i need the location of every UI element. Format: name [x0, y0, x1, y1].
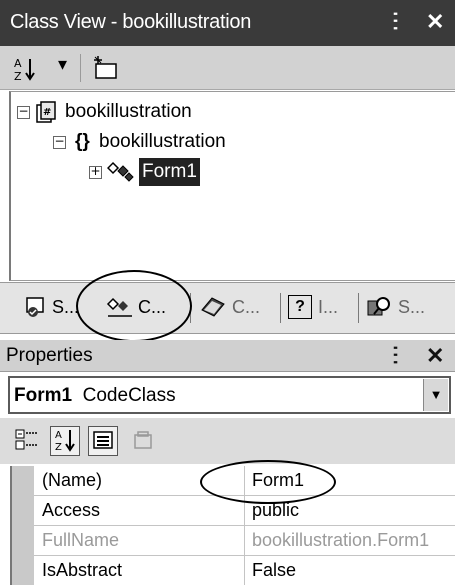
pin-icon[interactable]: ⵗ	[392, 8, 399, 36]
property-row-isabstract[interactable]: IsAbstract False	[34, 556, 455, 585]
property-value: bookillustration.Form1	[252, 530, 430, 550]
property-row-access[interactable]: Access public	[34, 496, 455, 526]
class-tree: − # bookillustration − {} bookillustrati…	[9, 91, 455, 281]
collapse-icon[interactable]: −	[17, 105, 30, 119]
project-icon: #	[35, 100, 59, 124]
search-icon	[366, 295, 392, 319]
property-row-fullname[interactable]: FullName bookillustration.Form1	[34, 526, 455, 556]
property-row-name[interactable]: (Name) Form1	[34, 466, 455, 496]
book-icon	[200, 294, 226, 320]
close-icon[interactable]: ✕	[426, 342, 444, 370]
property-name: IsAbstract	[42, 560, 123, 580]
property-value[interactable]: public	[252, 500, 299, 521]
tab-label: S...	[52, 297, 80, 317]
sort-alphabetical-icon[interactable]: A Z	[12, 56, 38, 83]
property-value[interactable]: Form1	[252, 470, 304, 491]
property-name: FullName	[42, 530, 120, 550]
tab-label: I...	[318, 297, 339, 317]
expand-icon[interactable]: +	[89, 165, 102, 179]
selected-object-name: Form1	[14, 385, 73, 406]
tab-separator	[190, 293, 191, 323]
window-tabs: S... C... C... ? I... S...	[0, 282, 455, 334]
properties-toolbar: AZ	[0, 418, 455, 464]
object-selector[interactable]: Form1 CodeClass ▼	[8, 376, 451, 414]
class-label: Form1	[139, 158, 200, 186]
properties-title-bar: Properties ⵗ ✕	[0, 340, 455, 372]
project-label: bookillustration	[65, 101, 192, 122]
pin-icon[interactable]: ⵗ	[392, 342, 399, 370]
namespace-label: bookillustration	[99, 131, 226, 152]
property-value[interactable]: False	[252, 560, 296, 581]
svg-text:#: #	[43, 107, 51, 118]
property-grid: (Name) Form1 Access public FullName book…	[10, 466, 455, 585]
class-view-toolbar: A Z ▾	[0, 46, 455, 90]
tab-label: S...	[398, 297, 426, 317]
grid-gutter	[12, 466, 34, 585]
properties-icon[interactable]	[88, 426, 118, 456]
object-selector-text: Form1 CodeClass	[14, 385, 176, 407]
svg-text:A: A	[14, 57, 22, 70]
svg-text:Z: Z	[14, 70, 22, 82]
svg-text:A: A	[55, 430, 62, 441]
namespace-icon: {}	[75, 131, 90, 152]
class-view-icon	[106, 295, 134, 319]
tab-separator	[280, 293, 281, 323]
selected-object-type: CodeClass	[82, 385, 176, 406]
categorized-icon[interactable]	[12, 426, 42, 456]
tab-separator	[358, 293, 359, 323]
help-index-icon: ?	[288, 295, 312, 319]
property-name: (Name)	[42, 470, 103, 490]
solution-explorer-icon	[24, 295, 48, 319]
tab-label: C...	[232, 297, 261, 317]
alphabetical-icon[interactable]: AZ	[50, 426, 80, 456]
class-view-title-bar: Class View - bookillustration ⵗ ✕	[0, 0, 455, 46]
class-icon	[106, 160, 135, 184]
property-pages-icon	[128, 426, 158, 456]
sort-dropdown-arrow[interactable]: ▾	[58, 54, 67, 75]
toolbar-separator	[80, 54, 81, 82]
chevron-down-icon[interactable]: ▼	[423, 379, 448, 411]
close-icon[interactable]: ✕	[426, 8, 444, 36]
property-name: Access	[42, 500, 101, 520]
class-view-title: Class View - bookillustration	[10, 11, 252, 33]
svg-text:Z: Z	[55, 442, 62, 453]
properties-title: Properties	[6, 345, 93, 366]
new-folder-icon[interactable]	[90, 54, 120, 82]
tab-label: C...	[138, 297, 167, 317]
collapse-icon[interactable]: −	[53, 135, 66, 149]
